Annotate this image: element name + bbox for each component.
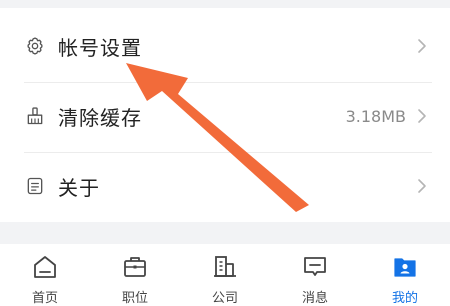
top-spacer (0, 0, 450, 8)
tab-profile[interactable]: 我的 (360, 244, 450, 306)
divider (24, 82, 432, 83)
section-gap (0, 222, 450, 244)
tab-company[interactable]: 公司 (180, 244, 270, 306)
tab-label: 首页 (31, 291, 58, 306)
settings-item-label: 关于 (58, 175, 100, 200)
chevron-right-icon (416, 37, 428, 55)
settings-item-account[interactable]: 帐号设置 (0, 16, 450, 76)
settings-item-label: 清除缓存 (58, 105, 142, 130)
tab-home[interactable]: 首页 (0, 244, 90, 306)
chevron-right-icon (416, 107, 428, 125)
divider (24, 152, 432, 153)
settings-item-about[interactable]: 关于 (0, 156, 450, 216)
tab-jobs[interactable]: 职位 (90, 244, 180, 306)
settings-item-clear-cache[interactable]: 清除缓存 3.18MB (0, 86, 450, 146)
chevron-right-icon (416, 177, 428, 195)
tab-messages[interactable]: 消息 (270, 244, 360, 306)
tab-label: 我的 (391, 291, 418, 306)
broom-icon (24, 105, 46, 127)
message-icon (301, 253, 329, 281)
briefcase-icon (121, 253, 149, 281)
tab-label: 公司 (211, 291, 238, 306)
profile-icon (391, 253, 419, 281)
tab-label: 消息 (301, 291, 328, 306)
tab-label: 职位 (121, 291, 148, 306)
settings-item-label: 帐号设置 (58, 35, 142, 60)
home-icon (31, 253, 59, 281)
bottom-tab-bar: 首页 职位 公司 消息 我的 (0, 244, 450, 306)
gear-icon (24, 35, 46, 57)
cache-size-value: 3.18MB (345, 106, 406, 126)
settings-list: 帐号设置 清除缓存 3.18MB 关于 (0, 8, 450, 222)
building-icon (211, 253, 239, 281)
document-icon (24, 175, 46, 197)
